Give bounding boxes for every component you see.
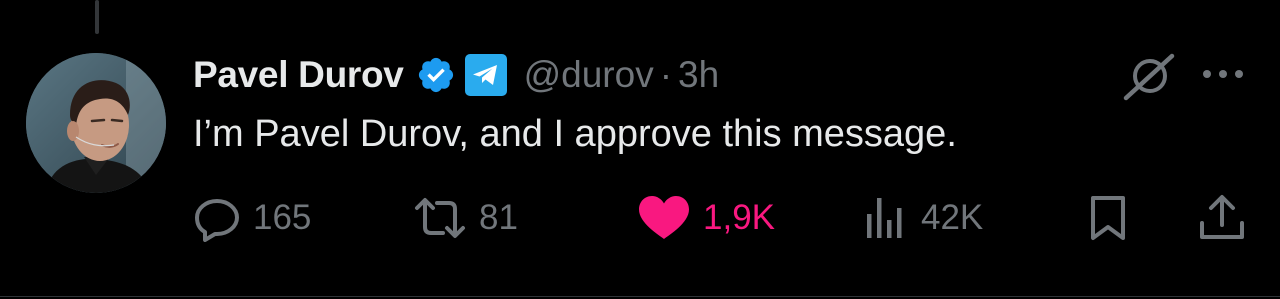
reply-button[interactable]: 165 — [193, 190, 311, 246]
like-button[interactable]: 1,9K — [637, 190, 775, 246]
heart-icon — [639, 196, 689, 239]
tweet-header: Pavel Durov @durov · 3h — [193, 50, 719, 100]
views-button[interactable]: 42K — [863, 190, 983, 246]
bottom-divider — [0, 296, 1280, 297]
tweet-timestamp[interactable]: 3h — [678, 54, 719, 96]
reply-icon — [195, 199, 239, 242]
user-handle[interactable]: @durov — [524, 54, 654, 96]
share-icon — [1200, 195, 1244, 239]
reply-count: 165 — [253, 198, 312, 237]
verified-badge-icon[interactable] — [416, 55, 456, 95]
more-dots-icon[interactable] — [1198, 56, 1248, 92]
header-separator: · — [659, 54, 673, 95]
avatar[interactable] — [26, 53, 166, 193]
repost-icon — [415, 198, 465, 238]
thread-connector-line — [95, 0, 99, 34]
display-name[interactable]: Pavel Durov — [193, 54, 404, 96]
repost-button[interactable]: 81 — [413, 190, 518, 246]
grok-icon[interactable] — [1120, 50, 1176, 102]
repost-count: 81 — [479, 198, 518, 237]
views-count: 42K — [921, 198, 984, 237]
share-button[interactable] — [1197, 190, 1247, 246]
bookmark-button[interactable] — [1086, 190, 1130, 246]
views-icon — [867, 198, 902, 238]
tweet-actions: 165 81 1,9K 42K — [193, 190, 1253, 246]
like-count: 1,9K — [703, 198, 775, 237]
tweet-text: I’m Pavel Durov, and I approve this mess… — [193, 113, 957, 155]
bookmark-icon — [1091, 196, 1125, 240]
avatar-portrait — [26, 53, 166, 193]
telegram-icon[interactable] — [464, 53, 508, 97]
